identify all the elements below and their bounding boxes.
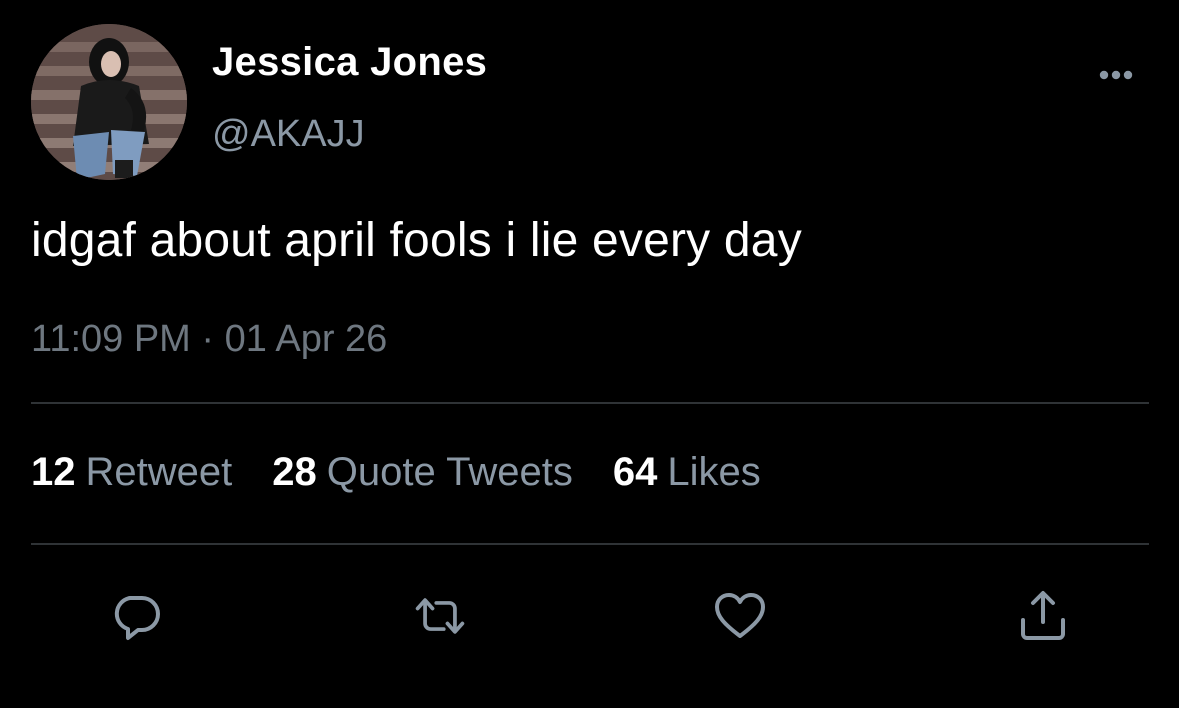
- tweet-detail: Jessica Jones @AKAJJ idgaf about april f…: [0, 0, 1179, 708]
- divider: [31, 543, 1149, 545]
- quote-tweets-label: Quote Tweets: [326, 450, 573, 494]
- likes-label: Likes: [667, 450, 761, 494]
- quote-tweets-stat[interactable]: 28 Quote Tweets: [272, 450, 573, 495]
- tweet-text: idgaf about april fools i lie every day: [31, 214, 802, 267]
- like-button[interactable]: [712, 588, 768, 644]
- likes-count: 64: [612, 450, 658, 494]
- retweets-label: Retweet: [85, 450, 233, 494]
- reply-button[interactable]: [108, 588, 164, 644]
- meta-separator: ·: [201, 318, 215, 360]
- more-options-button[interactable]: [1092, 58, 1140, 88]
- engagement-stats: 12 Retweet 28 Quote Tweets 64 Likes: [31, 450, 801, 495]
- likes-stat[interactable]: 64 Likes: [613, 450, 761, 495]
- avatar[interactable]: [31, 24, 187, 180]
- retweet-icon: [415, 598, 465, 634]
- author-handle[interactable]: @AKAJJ: [212, 113, 365, 156]
- quote-tweets-count: 28: [272, 450, 317, 494]
- author-display-name[interactable]: Jessica Jones: [212, 40, 487, 85]
- share-icon: [1021, 591, 1065, 640]
- retweets-stat[interactable]: 12 Retweet: [31, 450, 232, 495]
- more-horizontal-icon: [1099, 70, 1133, 80]
- divider: [31, 402, 1149, 404]
- tweet-time: 11:09 PM: [31, 318, 191, 360]
- retweets-count: 12: [31, 450, 76, 494]
- tweet-date: 01 Apr 26: [224, 318, 388, 360]
- retweet-button[interactable]: [412, 588, 468, 644]
- heart-icon: [715, 593, 765, 638]
- share-button[interactable]: [1015, 588, 1071, 644]
- reply-icon: [114, 596, 160, 640]
- avatar-image: [31, 24, 187, 180]
- tweet-timestamp[interactable]: 11:09 PM · 01 Apr 26: [31, 318, 387, 361]
